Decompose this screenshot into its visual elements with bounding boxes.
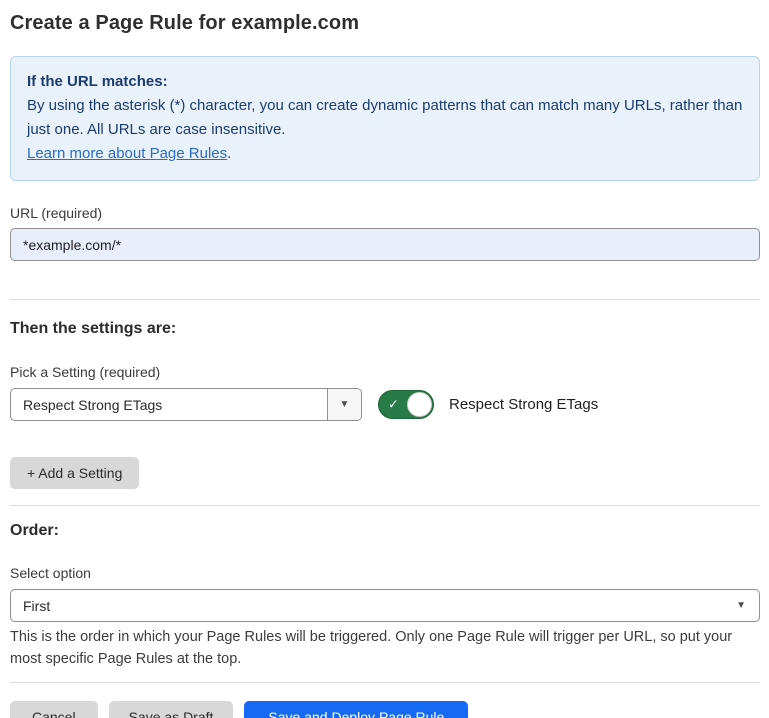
cancel-button[interactable]: Cancel (10, 701, 98, 718)
learn-more-link[interactable]: Learn more about Page Rules (27, 145, 227, 162)
setting-row: Respect Strong ETags ▼ ✓ Respect Strong … (10, 388, 760, 421)
footer-divider (10, 682, 760, 683)
setting-select[interactable]: Respect Strong ETags ▼ (10, 388, 362, 421)
info-box-body: By using the asterisk (*) character, you… (27, 94, 743, 142)
add-setting-button[interactable]: + Add a Setting (10, 457, 139, 489)
chevron-down-icon: ▼ (736, 601, 759, 611)
setting-toggle-group: ✓ Respect Strong ETags (378, 390, 598, 419)
order-select-label: Select option (10, 565, 760, 581)
info-box-link-line: Learn more about Page Rules. (27, 142, 743, 166)
page-rule-form: Create a Page Rule for example.com If th… (0, 0, 769, 718)
setting-select-arrow-button[interactable]: ▼ (327, 389, 361, 420)
toggle-label: Respect Strong ETags (449, 396, 598, 413)
url-input[interactable] (10, 228, 760, 261)
check-icon: ✓ (388, 396, 399, 412)
setting-toggle[interactable]: ✓ (378, 390, 434, 419)
url-field-label: URL (required) (10, 205, 760, 221)
setting-select-value: Respect Strong ETags (11, 397, 327, 413)
url-match-info-box: If the URL matches: By using the asteris… (10, 56, 760, 181)
toggle-knob (407, 392, 432, 417)
footer-actions: Cancel Save as Draft Save and Deploy Pag… (10, 701, 760, 718)
section-divider (10, 299, 760, 300)
order-section-heading: Order: (10, 522, 760, 540)
link-period: . (227, 145, 231, 162)
settings-section-heading: Then the settings are: (10, 320, 760, 338)
section-divider (10, 505, 760, 506)
order-select-value: First (11, 598, 736, 614)
save-and-deploy-button[interactable]: Save and Deploy Page Rule (244, 701, 468, 718)
page-title: Create a Page Rule for example.com (10, 12, 760, 35)
pick-setting-label: Pick a Setting (required) (10, 364, 760, 380)
chevron-down-icon: ▼ (340, 400, 350, 410)
order-help-text: This is the order in which your Page Rul… (10, 627, 760, 670)
order-select[interactable]: First ▼ (10, 589, 760, 622)
info-box-heading: If the URL matches: (27, 70, 743, 94)
save-as-draft-button[interactable]: Save as Draft (109, 701, 234, 718)
